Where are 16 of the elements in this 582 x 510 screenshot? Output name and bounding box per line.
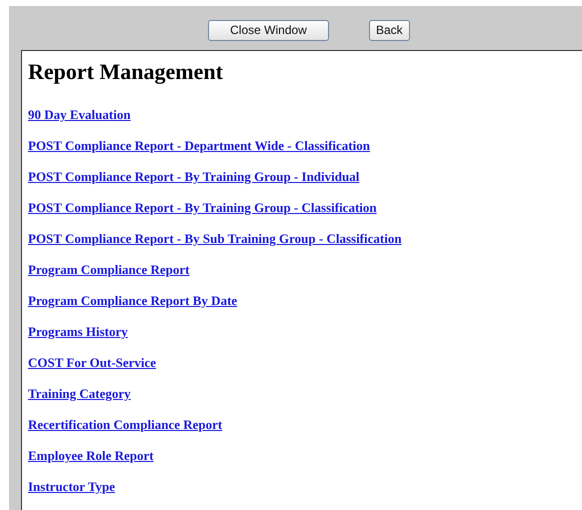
report-link[interactable]: Programs History <box>28 324 128 340</box>
page-heading: Report Management <box>28 59 224 85</box>
report-link[interactable]: POST Compliance Report - By Sub Training Group - Classification <box>28 231 402 247</box>
report-link[interactable]: Training Category <box>28 386 131 402</box>
report-link[interactable]: Program Compliance Report <box>28 262 190 278</box>
toolbar-button[interactable]: Back <box>369 20 410 40</box>
report-link[interactable]: POST Compliance Report - By Training Group - Individual <box>28 169 360 185</box>
report-link[interactable]: Program Compliance Report By Date <box>28 293 238 309</box>
report-link[interactable]: POST Compliance Report - Department Wide - Classification <box>28 138 370 154</box>
toolbar-button[interactable]: Close Window <box>208 20 329 40</box>
report-link[interactable]: Employee Role Report <box>28 448 154 464</box>
report-link[interactable]: COST For Out-Service <box>28 355 156 371</box>
report-link[interactable]: 90 Day Evaluation <box>28 107 131 123</box>
report-link[interactable]: Recertification Compliance Report <box>28 417 222 433</box>
report-link[interactable]: POST Compliance Report - By Training Group - Classification <box>28 200 377 216</box>
report-link[interactable]: Instructor Type <box>28 479 116 495</box>
